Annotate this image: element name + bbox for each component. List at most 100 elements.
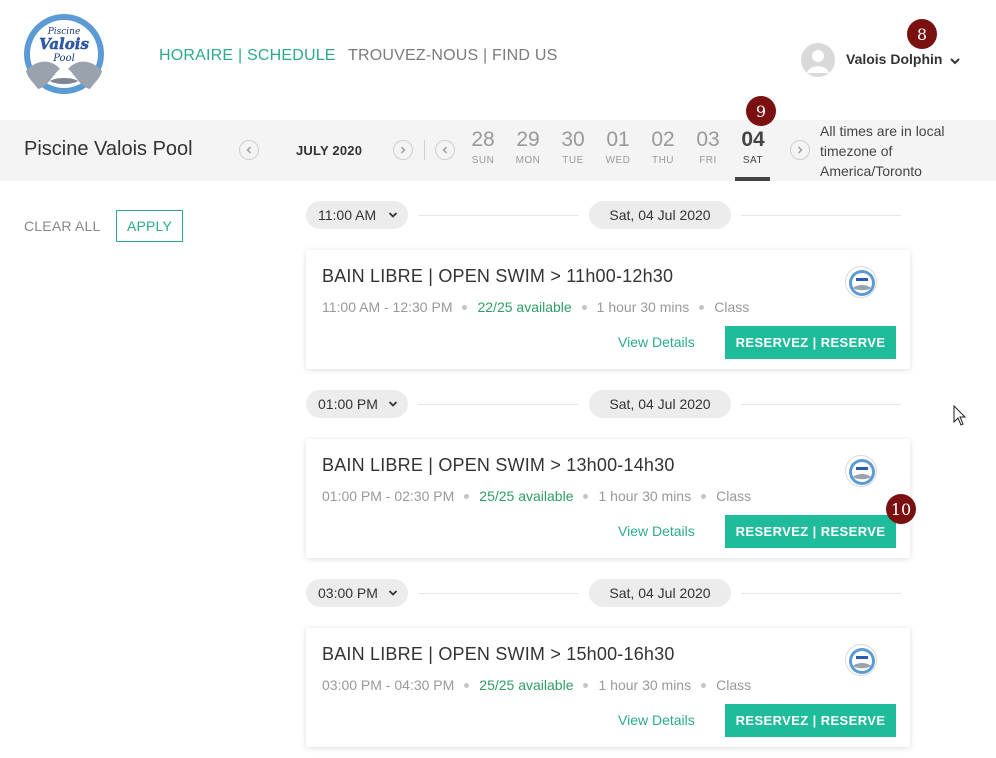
day-of-week: SUN [471, 155, 495, 166]
user-menu-name[interactable]: Valois Dolphin [846, 51, 942, 67]
view-details-link[interactable]: View Details [618, 523, 695, 539]
chevron-left-icon [246, 146, 251, 154]
divider [741, 404, 901, 405]
pool-logo[interactable]: Piscine Valois Pool [20, 13, 108, 97]
time-filter-dropdown[interactable]: 01:00 PM [306, 390, 408, 418]
app-header: Piscine Valois Pool HORAIRE | SCHEDULE T… [0, 0, 996, 120]
reserve-button[interactable]: RESERVEZ | RESERVE [725, 326, 896, 359]
pool-logo-thumbnail [845, 266, 877, 298]
class-duration: 1 hour 30 mins [596, 299, 690, 315]
divider [741, 593, 901, 594]
class-title: BAIN LIBRE | OPEN SWIM > 15h00-16h30 [322, 644, 675, 664]
dot-separator [583, 493, 589, 499]
user-avatar-icon[interactable] [801, 43, 835, 77]
divider [424, 140, 425, 160]
nav-schedule-link[interactable]: HORAIRE | SCHEDULE [159, 47, 336, 65]
prev-month-button[interactable] [239, 140, 259, 160]
chevron-right-icon [401, 146, 406, 154]
chevron-left-icon [442, 146, 447, 154]
class-card: BAIN LIBRE | OPEN SWIM > 15h00-16h30 03:… [306, 628, 910, 747]
divider [741, 215, 901, 216]
time-filter-dropdown[interactable]: 11:00 AM [306, 201, 408, 229]
day-number: 04 [741, 128, 765, 151]
day-of-week: SAT [742, 155, 764, 166]
class-time-range: 11:00 AM - 12:30 PM [322, 299, 453, 315]
class-kind: Class [714, 299, 750, 315]
class-time-range: 01:00 PM - 02:30 PM [322, 488, 455, 504]
day-tab-thu[interactable]: 02 THU [643, 126, 683, 166]
annotation-marker-9: 9 [746, 96, 776, 126]
prev-week-button[interactable] [435, 140, 455, 160]
day-tab-sat-selected[interactable]: 04 SAT [733, 126, 773, 166]
dot-separator [701, 682, 707, 688]
divider [418, 593, 578, 594]
day-tab-tue[interactable]: 30 TUE [553, 126, 593, 166]
next-week-button[interactable] [790, 140, 810, 160]
view-details-link[interactable]: View Details [618, 712, 695, 728]
class-kind: Class [716, 677, 752, 693]
reserve-button[interactable]: RESERVEZ | RESERVE [725, 515, 896, 548]
selected-day-indicator [735, 177, 770, 181]
dot-separator [464, 493, 470, 499]
day-of-week: FRI [699, 155, 717, 166]
nav-find-us-link[interactable]: TROUVEZ-NOUS | FIND US [348, 47, 557, 65]
time-label: 11:00 AM [318, 207, 377, 223]
day-number: 28 [471, 128, 495, 151]
class-kind: Class [716, 488, 752, 504]
day-number: 30 [561, 128, 585, 151]
apply-button[interactable]: APPLY [116, 210, 183, 242]
class-meta: 03:00 PM - 04:30 PM 25/25 available 1 ho… [322, 677, 751, 693]
time-label: 01:00 PM [318, 396, 378, 412]
day-of-week: WED [605, 155, 631, 166]
date-label: Sat, 04 Jul 2020 [589, 390, 731, 418]
chevron-down-icon [388, 401, 398, 407]
clear-all-button[interactable]: CLEAR ALL [24, 218, 101, 234]
day-tab-wed[interactable]: 01 WED [598, 126, 638, 166]
day-of-week: TUE [562, 155, 584, 166]
class-availability: 25/25 available [479, 488, 574, 504]
day-tab-fri[interactable]: 03 FRI [688, 126, 728, 166]
day-number: 01 [606, 128, 630, 151]
dot-separator [583, 682, 589, 688]
day-number: 29 [516, 128, 540, 151]
pool-logo-thumbnail [845, 644, 877, 676]
class-meta: 11:00 AM - 12:30 PM 22/25 available 1 ho… [322, 299, 749, 315]
day-of-week: THU [651, 155, 675, 166]
day-tab-sun[interactable]: 28 SUN [463, 126, 503, 166]
class-duration: 1 hour 30 mins [598, 488, 692, 504]
time-filter-dropdown[interactable]: 03:00 PM [306, 579, 408, 607]
svg-text:Pool: Pool [52, 53, 75, 64]
chevron-down-icon [388, 590, 398, 596]
class-availability: 22/25 available [477, 299, 572, 315]
dot-separator [462, 304, 468, 310]
dot-separator [701, 493, 707, 499]
class-title: BAIN LIBRE | OPEN SWIM > 13h00-14h30 [322, 455, 675, 475]
time-label: 03:00 PM [318, 585, 378, 601]
annotation-marker-10: 10 [886, 494, 916, 524]
divider [418, 404, 578, 405]
chevron-down-icon [388, 212, 398, 218]
class-title: BAIN LIBRE | OPEN SWIM > 11h00-12h30 [322, 266, 674, 286]
timezone-note: All times are in local timezone of Ameri… [820, 123, 945, 179]
class-availability: 25/25 available [479, 677, 574, 693]
month-label: JULY 2020 [296, 143, 363, 158]
mouse-pointer-icon [953, 404, 967, 427]
day-number: 02 [651, 128, 675, 151]
chevron-down-icon[interactable] [949, 54, 961, 66]
reserve-button[interactable]: RESERVEZ | RESERVE [725, 704, 896, 737]
dot-separator [581, 304, 587, 310]
next-month-button[interactable] [393, 140, 413, 160]
divider [418, 215, 578, 216]
date-label: Sat, 04 Jul 2020 [589, 579, 731, 607]
pool-logo-thumbnail [845, 455, 877, 487]
day-number: 03 [696, 128, 720, 151]
dot-separator [699, 304, 705, 310]
annotation-marker-8: 8 [907, 19, 937, 49]
class-card: BAIN LIBRE | OPEN SWIM > 11h00-12h30 11:… [306, 250, 910, 369]
class-card: BAIN LIBRE | OPEN SWIM > 13h00-14h30 01:… [306, 439, 910, 558]
day-tab-mon[interactable]: 29 MON [508, 126, 548, 166]
class-meta: 01:00 PM - 02:30 PM 25/25 available 1 ho… [322, 488, 751, 504]
svg-text:Valois: Valois [39, 35, 89, 53]
view-details-link[interactable]: View Details [618, 334, 695, 350]
class-time-range: 03:00 PM - 04:30 PM [322, 677, 455, 693]
